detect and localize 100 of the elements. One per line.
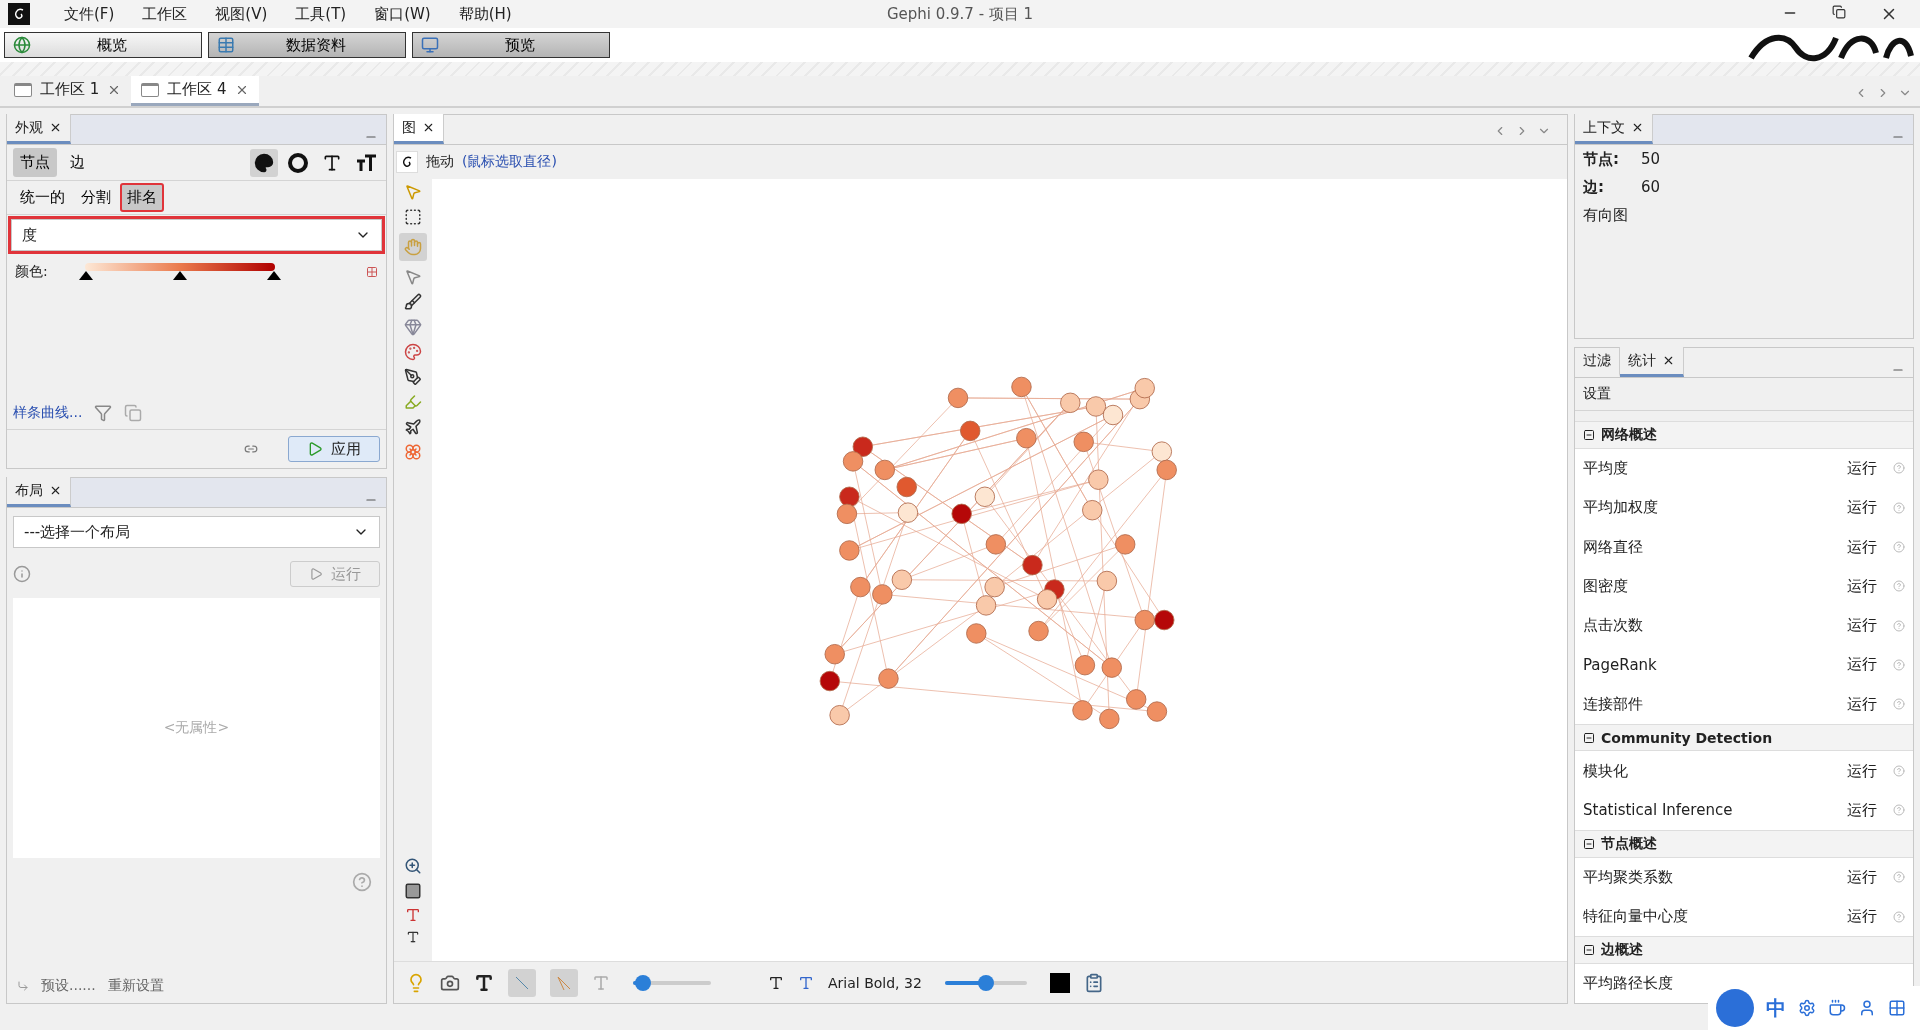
graph-node[interactable] [951,503,972,525]
graph-node[interactable] [824,644,845,665]
pen-icon[interactable] [404,368,422,386]
copy-icon[interactable] [124,403,143,422]
graph-node[interactable] [836,503,858,525]
graph-node[interactable] [850,576,871,598]
user-icon[interactable] [1858,999,1876,1017]
pointer-icon[interactable] [404,268,422,286]
graph-node[interactable] [975,595,997,616]
graph-node[interactable] [1073,431,1094,453]
run-link[interactable]: 运行 [1847,694,1877,714]
spline-link[interactable]: 样条曲线... [13,403,83,422]
plane-icon[interactable] [404,418,422,436]
graph-node[interactable] [1028,620,1049,642]
run-link[interactable]: 运行 [1847,498,1877,518]
collapse-icon[interactable] [1583,429,1595,441]
text-size-icon[interactable] [406,930,420,944]
graph-node[interactable] [1060,392,1081,413]
text-color-icon[interactable] [405,907,421,923]
link-icon[interactable] [244,442,258,456]
group-header[interactable]: Community Detection [1575,723,1913,752]
perspective-button[interactable]: 数据资料 [208,32,406,58]
graph-node[interactable] [1011,376,1032,398]
help-icon[interactable] [352,872,372,892]
group-header[interactable]: 网络概述 [1575,421,1913,449]
graph-node[interactable] [1096,570,1118,592]
slider-thumb[interactable] [635,974,652,991]
restore-icon[interactable] [1832,5,1846,19]
gem-icon[interactable] [404,318,422,336]
graph-node[interactable] [1134,609,1155,631]
run-link[interactable]: 运行 [1847,616,1877,636]
graph-node[interactable] [1156,459,1177,481]
menu-item[interactable]: 帮助(H) [446,4,524,24]
slider-thumb[interactable] [977,974,994,991]
group-header[interactable]: 边概述 [1575,936,1913,964]
menu-item[interactable]: 工具(T) [283,4,359,24]
graph-node[interactable] [960,420,981,442]
close-icon[interactable] [422,121,435,134]
graph-node[interactable] [966,623,987,644]
palette-grid-icon[interactable] [366,266,378,278]
graph-node[interactable] [947,387,969,409]
graph-node[interactable] [1146,701,1168,722]
panel-tab[interactable]: 统计 [1620,347,1684,377]
run-link[interactable]: 运行 [1847,458,1877,478]
rectangle-select-icon[interactable] [404,208,422,226]
menu-item[interactable]: 文件(F) [52,4,127,24]
graph-node[interactable] [1115,534,1136,555]
graph-node[interactable] [974,486,996,507]
workspace-tab[interactable]: 工作区 4 [131,76,259,106]
graph-node[interactable] [852,436,873,457]
color-gradient[interactable] [77,263,282,281]
collapse-icon[interactable] [1583,731,1595,744]
perspective-button[interactable]: 概览 [4,32,202,58]
graph-node[interactable] [1022,554,1043,576]
graph-node[interactable] [1016,428,1037,449]
graph-node[interactable] [896,476,917,498]
graph-node[interactable] [839,540,860,561]
brush-icon[interactable] [404,293,422,311]
highlighter-icon[interactable] [404,393,422,411]
run-link[interactable]: 运行 [1847,907,1877,926]
presets-link[interactable]: 预设...... [41,977,96,995]
close-icon[interactable] [49,484,62,497]
menu-item[interactable]: 工作区 [130,4,200,24]
element-tab[interactable]: 边 [63,148,92,177]
graph-node[interactable] [891,569,913,590]
graph-node[interactable] [1151,441,1172,462]
graph-node[interactable] [1088,469,1109,490]
graph-node[interactable] [872,584,893,605]
run-link[interactable]: 运行 [1847,761,1877,781]
graph-node[interactable] [829,705,850,726]
close-icon[interactable] [1631,121,1644,134]
collapse-icon[interactable] [1583,837,1595,850]
text-icon[interactable] [474,972,494,993]
close-icon[interactable] [49,121,62,134]
element-tab[interactable]: 节点 [13,148,57,177]
palette-icon[interactable] [250,148,278,177]
run-link[interactable]: 运行 [1847,576,1877,596]
graph-node[interactable] [1154,609,1175,631]
run-link[interactable]: 运行 [1847,537,1877,557]
graph-node[interactable] [874,459,895,481]
pointer-icon[interactable] [404,183,422,201]
graph-node[interactable] [842,451,864,472]
edge-color-icon[interactable] [550,968,578,997]
collapse-icon[interactable] [1583,943,1595,956]
mode-tab[interactable]: 分割 [74,183,118,212]
color-swatch[interactable] [1049,972,1070,993]
hand-icon[interactable] [399,233,427,261]
graph-node[interactable] [1102,404,1124,426]
graph-node[interactable] [897,502,919,523]
grid-icon[interactable] [1888,999,1906,1017]
graph-node[interactable] [1126,689,1147,710]
graph-node[interactable] [1036,589,1058,610]
flower-icon[interactable] [404,443,422,461]
reset-link[interactable]: 重新设置 [107,977,164,995]
attribute-dropdown[interactable]: 度 [11,219,382,251]
group-header[interactable]: 节点概述 [1575,830,1913,858]
layout-dropdown[interactable]: ---选择一个布局 [13,516,380,548]
graph-node[interactable] [1082,500,1103,521]
square-icon[interactable] [404,882,422,900]
menu-item[interactable]: 窗口(W) [362,4,443,24]
